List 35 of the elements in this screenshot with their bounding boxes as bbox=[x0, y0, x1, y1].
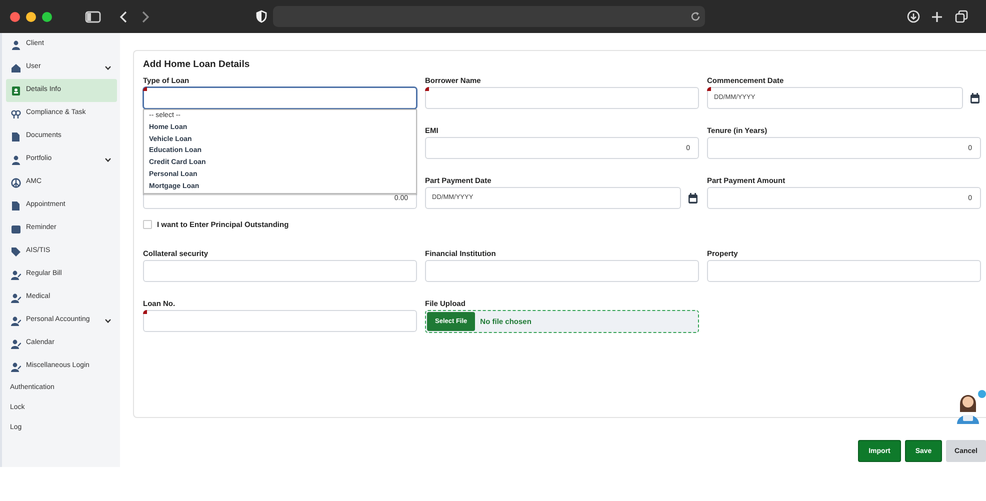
chevron-down-icon[interactable] bbox=[105, 318, 111, 322]
sidebar-toggle-icon[interactable] bbox=[85, 10, 101, 22]
input-field[interactable] bbox=[425, 87, 699, 109]
checkbox[interactable] bbox=[143, 220, 152, 228]
input-field[interactable] bbox=[425, 260, 699, 282]
form-title: Add Home Loan Details bbox=[143, 59, 251, 71]
tag-icon bbox=[11, 246, 21, 256]
input-field[interactable] bbox=[707, 260, 981, 282]
peace-icon bbox=[11, 178, 21, 188]
new-tab-icon[interactable] bbox=[931, 10, 943, 22]
download-icon[interactable] bbox=[907, 10, 920, 23]
user-edit-icon bbox=[11, 338, 21, 348]
id-card-icon bbox=[11, 86, 21, 96]
helper-figure-drawing[interactable] bbox=[956, 388, 986, 424]
shield-icon[interactable] bbox=[256, 10, 267, 23]
document-icon bbox=[11, 200, 21, 210]
user-edit-icon bbox=[11, 362, 21, 372]
forward-icon[interactable] bbox=[142, 10, 150, 22]
document-icon bbox=[11, 132, 21, 142]
user-edit-icon bbox=[11, 316, 21, 326]
user-edit-icon bbox=[11, 292, 21, 302]
tabs-overview-icon[interactable] bbox=[955, 10, 968, 23]
person-icon bbox=[11, 154, 21, 164]
chevron-down-icon[interactable] bbox=[105, 66, 111, 70]
select-field[interactable] bbox=[143, 87, 417, 109]
back-icon[interactable] bbox=[119, 10, 127, 22]
window-controls-icon[interactable] bbox=[10, 12, 54, 22]
input-field[interactable] bbox=[143, 260, 417, 282]
person-icon bbox=[11, 40, 21, 50]
house-icon bbox=[11, 62, 21, 72]
rings-icon bbox=[11, 108, 21, 118]
input-field[interactable] bbox=[143, 310, 417, 332]
reload-icon[interactable] bbox=[690, 11, 701, 22]
chevron-down-icon[interactable] bbox=[105, 158, 111, 162]
user-edit-icon bbox=[11, 270, 21, 280]
